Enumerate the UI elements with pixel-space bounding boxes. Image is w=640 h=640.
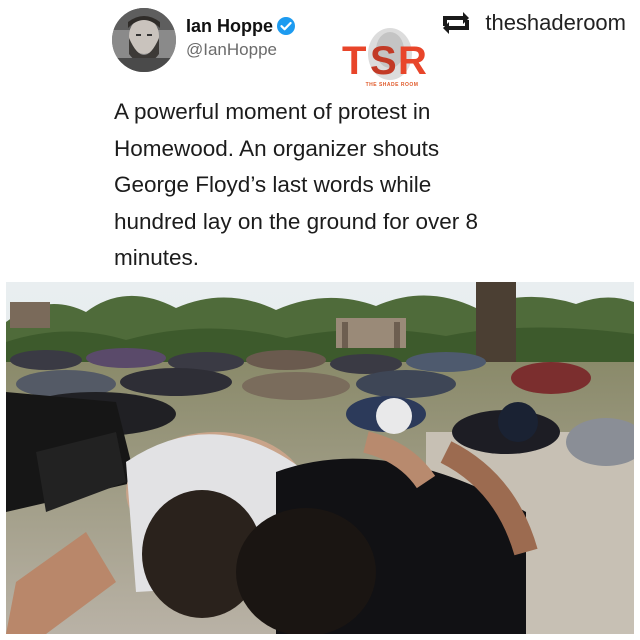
avatar[interactable] (112, 8, 176, 72)
protest-photo[interactable] (6, 282, 634, 634)
svg-text:T: T (342, 39, 366, 83)
tweet-text-line: George Floyd’s last words while (114, 172, 432, 197)
repost-icon (443, 12, 470, 34)
tweet-text: A powerful moment of protest in Homewood… (114, 94, 534, 277)
tweet-text-line: Homewood. An organizer shouts (114, 135, 440, 161)
tweet-text-line: minutes. (114, 245, 200, 270)
repost-header: theshaderoom (437, 10, 626, 36)
tsr-logo-subtitle: THE SHADE ROOM (365, 82, 419, 88)
svg-text:S: S (370, 39, 397, 83)
verified-badge-icon (277, 17, 295, 35)
repost-username[interactable]: theshaderoom (485, 10, 626, 36)
instagram-post: theshaderoom Ian Hoppe @IanHoppe T S R T… (0, 0, 640, 640)
avatar-image (112, 8, 176, 72)
tweet-text-line: hundred lay on the ground for over 8 (114, 208, 478, 234)
svg-text:R: R (398, 39, 427, 83)
author-handle[interactable]: @IanHoppe (186, 40, 277, 60)
author-name[interactable]: Ian Hoppe (186, 16, 273, 37)
protest-photo-image (6, 282, 634, 634)
tweet-text-line: A powerful moment of protest in (114, 99, 431, 124)
